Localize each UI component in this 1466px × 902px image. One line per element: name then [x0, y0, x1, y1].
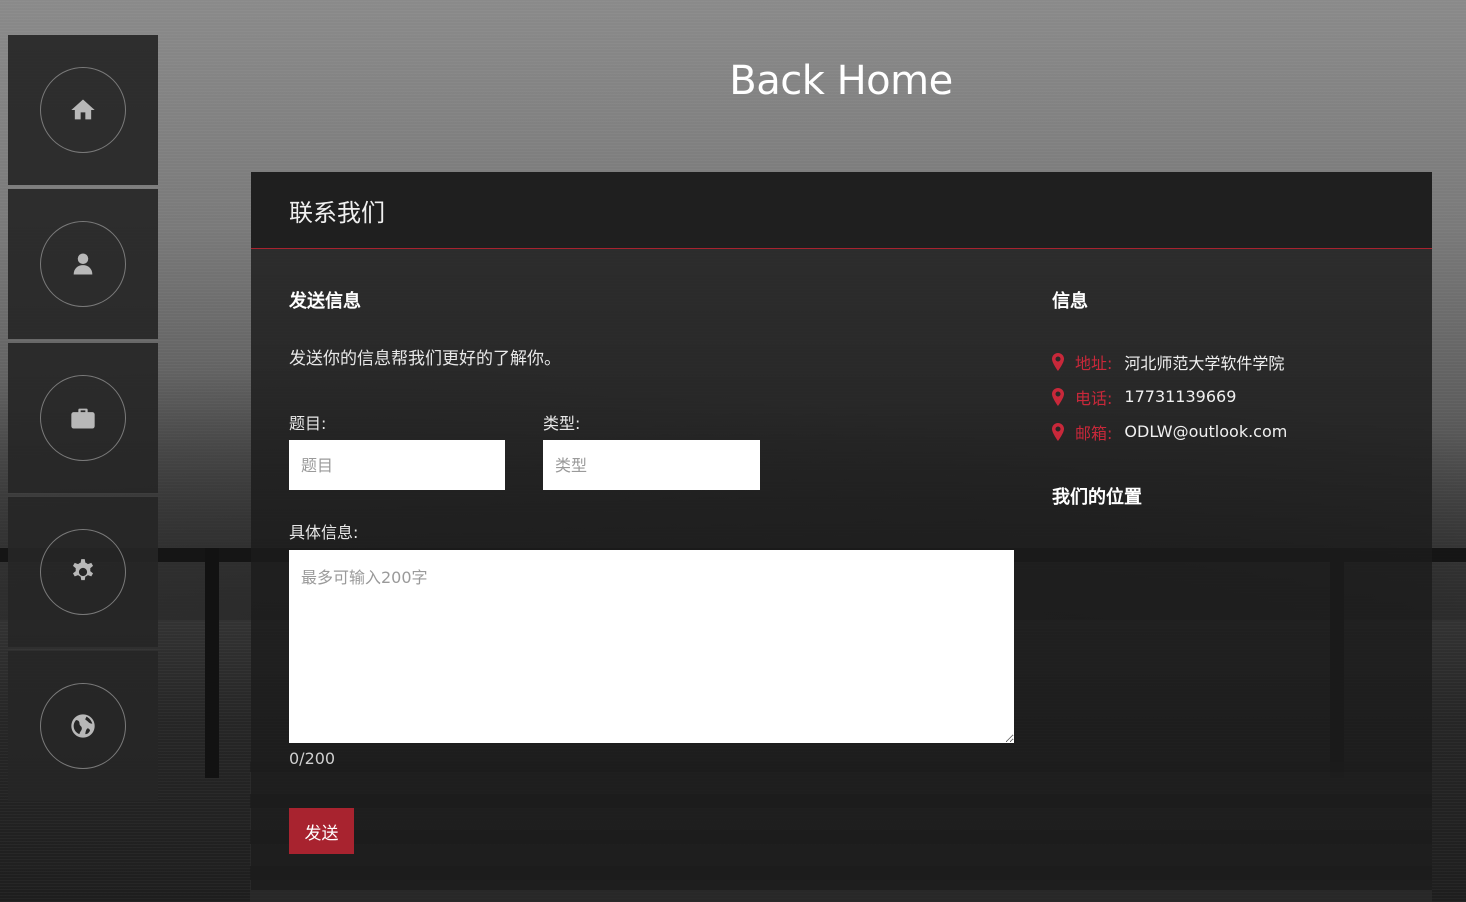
send-description: 发送你的信息帮我们更好的了解你。: [289, 349, 561, 369]
type-input[interactable]: [543, 440, 760, 490]
info-section-title: 信息: [1052, 291, 1088, 312]
info-key: 电话:: [1075, 388, 1113, 408]
info-row-email: 邮箱: ODLW@outlook.com: [1051, 414, 1287, 449]
briefcase-icon: [71, 408, 95, 429]
sidebar-item-work[interactable]: [8, 343, 158, 493]
info-row-address: 地址: 河北师范大学软件学院: [1051, 344, 1287, 379]
panel-header: 联系我们: [251, 172, 1432, 249]
briefcase-icon-circle: [40, 375, 126, 461]
map-pin-icon: [1052, 422, 1064, 441]
contact-panel: 联系我们 发送信息 发送你的信息帮我们更好的了解你。 题目: 类型: 具体信息:…: [251, 172, 1432, 890]
info-list: 地址: 河北师范大学软件学院 电话: 17731139669 邮箱: ODLW@…: [1051, 344, 1287, 449]
info-value: 17731139669: [1124, 387, 1237, 406]
map-pin-icon: [1052, 387, 1064, 406]
sidebar-item-settings[interactable]: [8, 497, 158, 647]
page-title: Back Home: [729, 58, 953, 104]
char-counter: 0/200: [289, 749, 336, 768]
info-key: 邮箱:: [1075, 423, 1113, 443]
sidebar: [8, 35, 158, 805]
info-value[interactable]: ODLW@outlook.com: [1124, 422, 1287, 441]
location-title: 我们的位置: [1052, 487, 1142, 508]
gear-icon-circle: [40, 529, 126, 615]
detail-label: 具体信息:: [289, 523, 359, 542]
map-pin-icon: [1052, 352, 1064, 371]
sidebar-item-user[interactable]: [8, 189, 158, 339]
background-post: [205, 548, 219, 778]
user-icon-circle: [40, 221, 126, 307]
info-key: 地址:: [1075, 353, 1113, 373]
globe-icon-circle: [40, 683, 126, 769]
info-value: 河北师范大学软件学院: [1124, 353, 1285, 373]
info-row-phone: 电话: 17731139669: [1051, 379, 1287, 414]
subject-label: 题目:: [289, 414, 327, 433]
send-button[interactable]: 发送: [289, 808, 354, 854]
globe-icon: [71, 714, 95, 738]
user-icon: [73, 253, 93, 275]
send-section-title: 发送信息: [289, 291, 361, 312]
sidebar-item-globe[interactable]: [8, 651, 158, 801]
detail-textarea[interactable]: [289, 550, 1014, 743]
subject-input[interactable]: [289, 440, 505, 490]
gear-icon: [72, 559, 94, 581]
type-label: 类型:: [543, 414, 581, 433]
